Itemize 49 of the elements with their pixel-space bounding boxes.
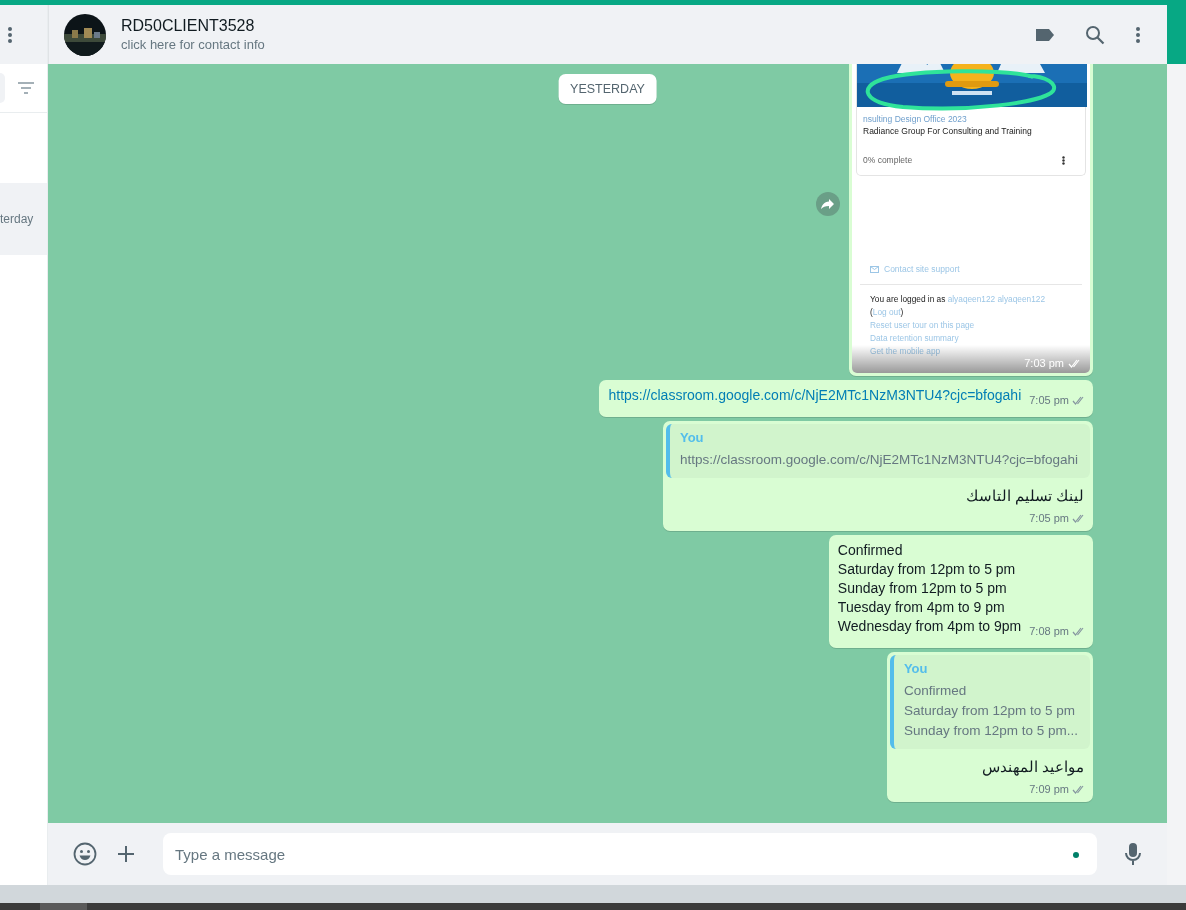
message-time: 7:09 pm (1029, 783, 1069, 795)
quote-text: Sunday from 12pm to 5 pm... (903, 722, 1078, 740)
contact-subtitle[interactable]: click here for contact info (121, 37, 1020, 52)
search-icon[interactable] (1085, 24, 1105, 45)
message-input[interactable]: Type a message (163, 833, 1097, 875)
quote-text: https://classroom.google.com/c/NjE2MTc1NzM3NTU4?cjc=bfogahi (679, 451, 1078, 469)
emoji-icon[interactable] (73, 842, 97, 866)
message-text: Tuesday from 4pm to 9 pm (837, 599, 1005, 615)
menu-icon[interactable] (1135, 25, 1141, 44)
double-tick-icon (1072, 627, 1086, 636)
message-bubble[interactable]: https://classroom.google.com/c/NjE2MTc1NzM3NTU4?cjc=bfogahi 7:05 pm (599, 380, 1093, 417)
double-tick-icon (1072, 513, 1086, 523)
status-dot (1073, 852, 1079, 858)
quote-text: Confirmed (903, 682, 968, 700)
double-tick-icon (1072, 396, 1086, 405)
message-text: Wednesday from 4pm to 9pm (837, 618, 1022, 634)
double-tick-icon (1068, 358, 1082, 368)
message-time: 7:08 pm (1029, 624, 1069, 639)
logout-line: (Log out) (870, 306, 905, 319)
message-text: Saturday from 12pm to 5 pm (837, 561, 1016, 577)
course-organization: Radiance Group For Consulting and Training (863, 126, 1033, 136)
quoted-message[interactable]: You https://classroom.google.com/c/NjE2MTc1NzM3NTU4?cjc=bfogahi (665, 424, 1090, 478)
quote-author: You (679, 430, 705, 445)
quote-text: Saturday from 12pm to 5 pm (903, 702, 1076, 720)
chat-item[interactable]: terday (0, 183, 47, 255)
login-status: You are logged in as alyaqeen122 alyaqeen122 (870, 293, 1046, 306)
envelope-icon (870, 265, 879, 273)
double-tick-icon (1072, 784, 1086, 794)
more-icon[interactable] (1062, 155, 1065, 165)
message-text: Sunday from 12pm to 5 pm (837, 580, 1007, 596)
label-icon[interactable] (1035, 27, 1055, 42)
forward-icon[interactable] (816, 192, 840, 216)
progress-text: 0% complete (863, 155, 913, 165)
avatar[interactable] (64, 13, 106, 56)
contact-name: RD50CLIENT3528 (121, 17, 256, 35)
message-time: 7:03 pm (1024, 357, 1064, 369)
message-text: مواعيد المهندس (980, 758, 1085, 777)
message-link[interactable]: https://classroom.google.com/c/NjE2MTc1NzM3NTU4?cjc=bfogahi (608, 387, 1022, 403)
quote-author: You (903, 661, 929, 676)
message-time: 7:05 pm (1029, 512, 1069, 524)
menu-icon[interactable] (7, 25, 13, 44)
message-text: لينك تسليم التاسك (964, 487, 1085, 506)
quoted-message[interactable]: You Confirmed Saturday from 12pm to 5 pm Sunday from 12pm to 5 pm... (889, 655, 1090, 749)
message-bubble[interactable]: Confirmed Saturday from 12pm to 5 pm Sunday from 12pm to 5 pm Tuesday from 4pm to 9 pm Wednesday from 4pm to 9pm 7:08 pm (828, 535, 1093, 648)
microphone-icon[interactable] (1125, 842, 1141, 866)
message-text: Confirmed (837, 542, 903, 558)
plus-icon[interactable] (117, 845, 135, 863)
message-time: 7:05 pm (1029, 393, 1069, 408)
course-title[interactable]: nsulting Design Office 2023 (863, 114, 967, 124)
